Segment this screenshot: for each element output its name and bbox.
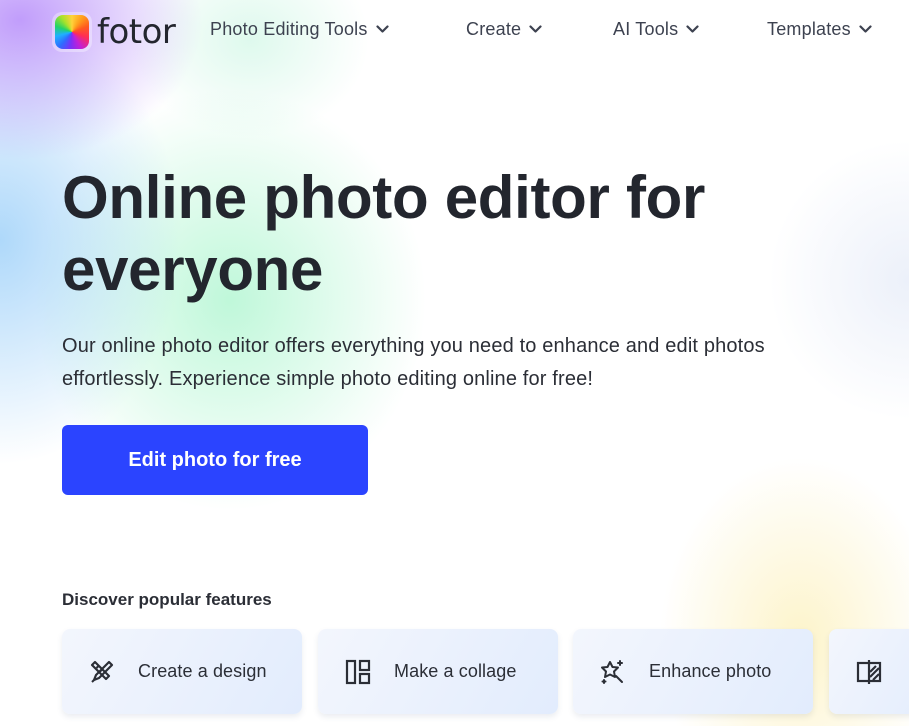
nav-label: Create [466,19,522,39]
feature-card-enhance-photo[interactable]: Enhance photo [573,629,813,714]
feature-card-create-design[interactable]: Create a design [62,629,302,714]
chevron-down-icon [686,25,699,33]
feature-cards: Create a design Make a collage Enhance p… [62,629,909,719]
feature-card-compare[interactable] [829,629,909,714]
hero-title: Online photo editor for everyone [62,164,706,303]
collage-layout-icon [345,659,371,684]
chevron-down-icon [529,25,542,33]
site-header: fotor Photo Editing Tools Create AI Tool… [0,0,909,64]
nav-label: AI Tools [613,19,679,39]
rainbow-wheel-logo-icon [52,12,92,52]
fotor-logo[interactable]: fotor [52,12,176,52]
edit-photo-for-free-button[interactable]: Edit photo for free [62,425,368,495]
nav-templates[interactable]: Templates [767,19,872,40]
before-after-compare-icon [856,659,882,684]
pencil-ruler-icon [90,660,114,683]
feature-card-label: Enhance photo [649,661,772,681]
magic-wand-sparkle-icon [601,659,623,684]
features-section-title: Discover popular features [62,590,272,609]
nav-label: Photo Editing Tools [210,19,368,39]
feature-card-label: Create a design [138,661,267,681]
nav-photo-editing-tools[interactable]: Photo Editing Tools [210,19,389,40]
nav-create[interactable]: Create [466,19,542,40]
logo-wordmark: fotor [97,12,176,52]
chevron-down-icon [375,25,389,33]
hero-description: Our online photo editor offers everythin… [62,335,765,390]
feature-card-label: Make a collage [394,661,517,681]
nav-label: Templates [767,19,851,39]
feature-card-make-collage[interactable]: Make a collage [318,629,558,714]
chevron-down-icon [859,25,872,33]
nav-ai-tools[interactable]: AI Tools [613,19,699,40]
